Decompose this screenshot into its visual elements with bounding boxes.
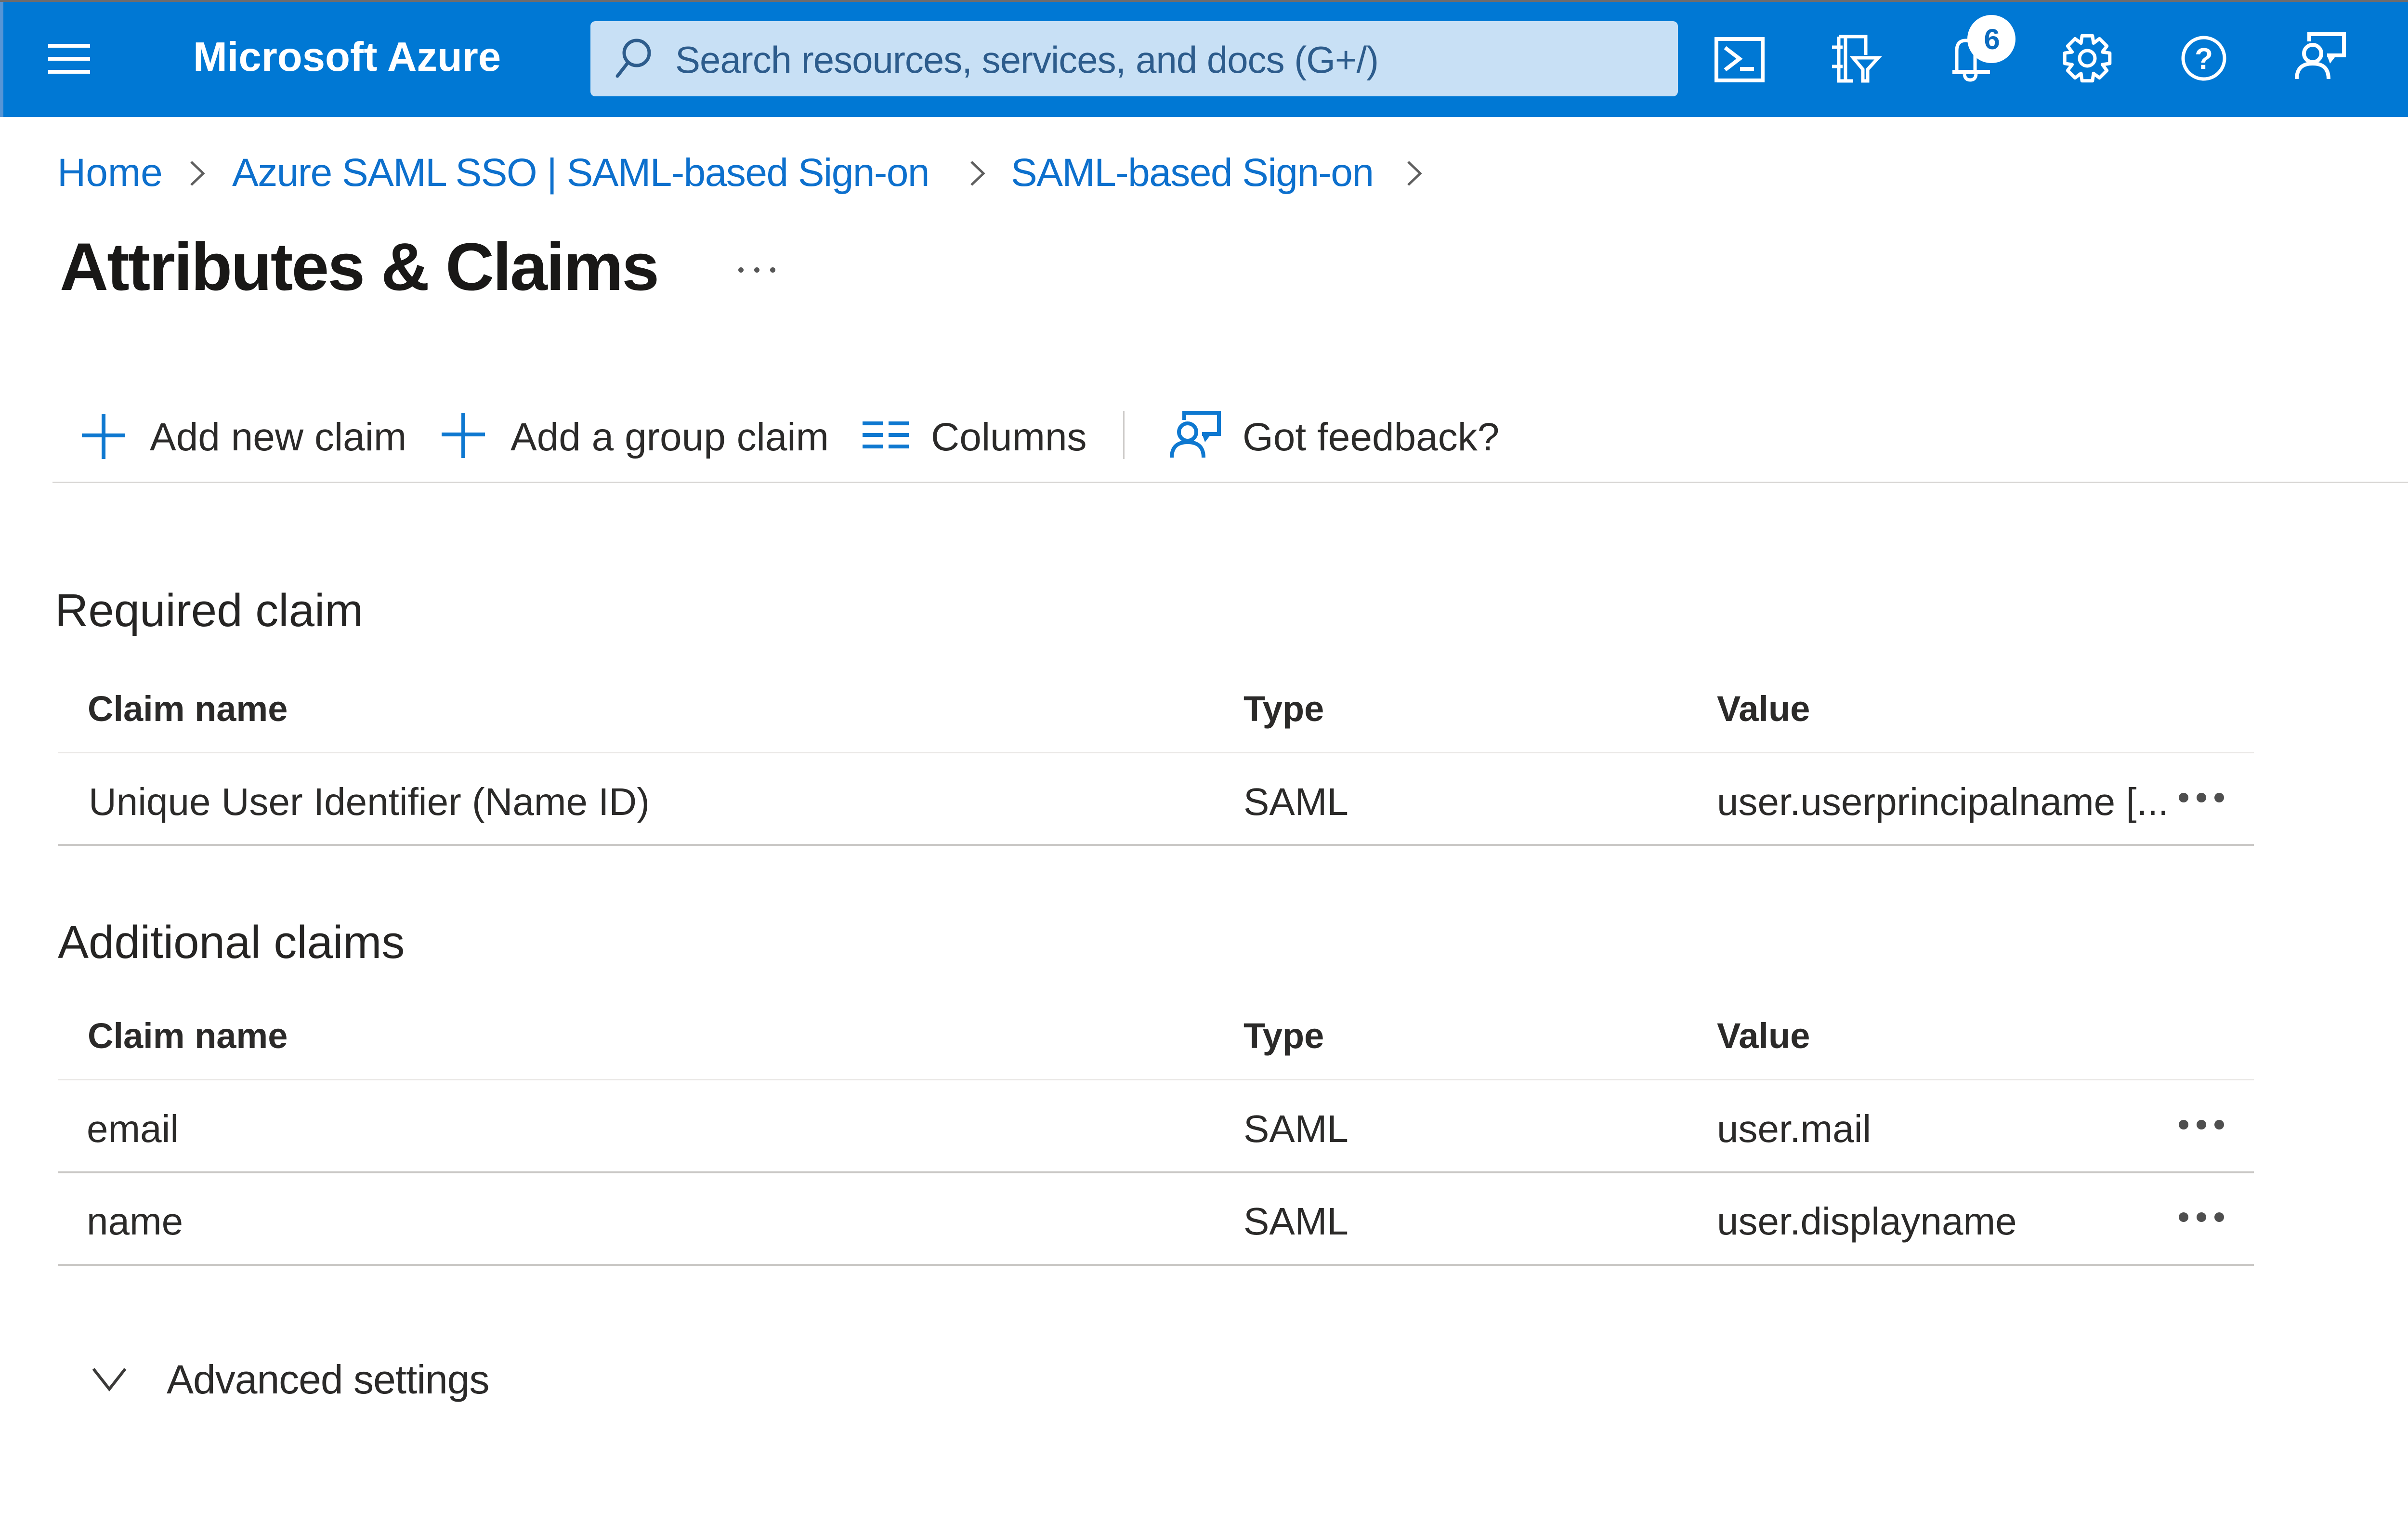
svg-text:6: 6 — [1984, 23, 2000, 55]
svg-text:?: ? — [2195, 42, 2213, 76]
